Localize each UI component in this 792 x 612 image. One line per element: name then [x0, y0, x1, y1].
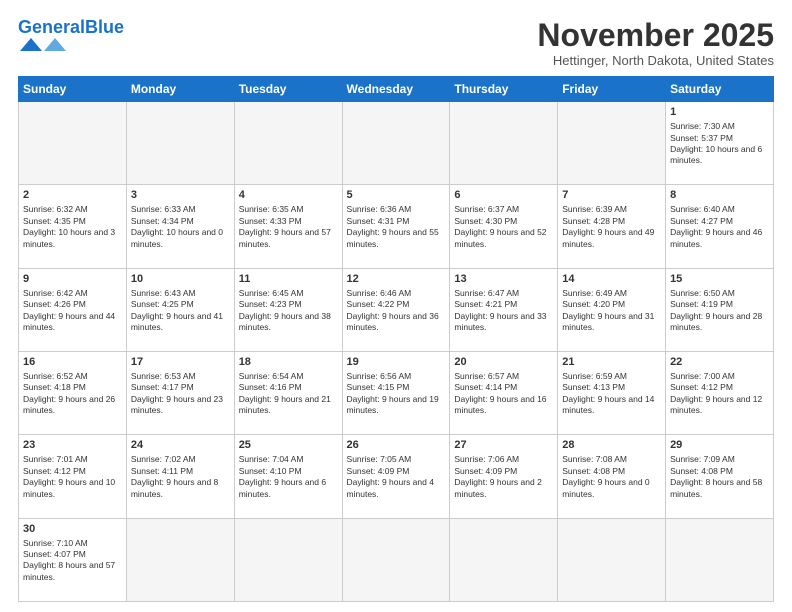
- day-number: 20: [454, 355, 553, 370]
- logo-triangle-left: [20, 38, 42, 51]
- calendar-cell: 5Sunrise: 6:36 AMSunset: 4:31 PMDaylight…: [342, 185, 450, 268]
- header: GeneralBlue November 2025 Hettinger, Nor…: [18, 18, 774, 68]
- col-friday: Friday: [558, 77, 666, 102]
- col-wednesday: Wednesday: [342, 77, 450, 102]
- calendar-cell: 25Sunrise: 7:04 AMSunset: 4:10 PMDayligh…: [234, 435, 342, 518]
- day-number: 24: [131, 438, 230, 453]
- calendar-cell: 30Sunrise: 7:10 AMSunset: 4:07 PMDayligh…: [19, 518, 127, 601]
- calendar-cell: 15Sunrise: 6:50 AMSunset: 4:19 PMDayligh…: [666, 268, 774, 351]
- day-number: 14: [562, 272, 661, 287]
- calendar-cell: [450, 518, 558, 601]
- calendar-week-row: 1Sunrise: 7:30 AMSunset: 5:37 PMDaylight…: [19, 102, 774, 185]
- calendar-cell: [234, 102, 342, 185]
- calendar-week-row: 9Sunrise: 6:42 AMSunset: 4:26 PMDaylight…: [19, 268, 774, 351]
- calendar-cell: [342, 518, 450, 601]
- calendar-cell: [558, 102, 666, 185]
- calendar-cell: 13Sunrise: 6:47 AMSunset: 4:21 PMDayligh…: [450, 268, 558, 351]
- calendar-cell: [234, 518, 342, 601]
- day-number: 7: [562, 188, 661, 203]
- calendar-cell: [126, 102, 234, 185]
- day-number: 10: [131, 272, 230, 287]
- day-number: 30: [23, 522, 122, 537]
- logo-blue: Blue: [85, 17, 124, 37]
- calendar-cell: 28Sunrise: 7:08 AMSunset: 4:08 PMDayligh…: [558, 435, 666, 518]
- calendar-cell: 14Sunrise: 6:49 AMSunset: 4:20 PMDayligh…: [558, 268, 666, 351]
- col-monday: Monday: [126, 77, 234, 102]
- day-number: 1: [670, 105, 769, 120]
- calendar-cell: 10Sunrise: 6:43 AMSunset: 4:25 PMDayligh…: [126, 268, 234, 351]
- calendar-cell: 26Sunrise: 7:05 AMSunset: 4:09 PMDayligh…: [342, 435, 450, 518]
- calendar-cell: 22Sunrise: 7:00 AMSunset: 4:12 PMDayligh…: [666, 352, 774, 435]
- col-saturday: Saturday: [666, 77, 774, 102]
- day-number: 12: [347, 272, 446, 287]
- day-number: 3: [131, 188, 230, 203]
- day-number: 9: [23, 272, 122, 287]
- day-number: 11: [239, 272, 338, 287]
- calendar-cell: [450, 102, 558, 185]
- calendar-cell: 24Sunrise: 7:02 AMSunset: 4:11 PMDayligh…: [126, 435, 234, 518]
- calendar-cell: [666, 518, 774, 601]
- title-block: November 2025 Hettinger, North Dakota, U…: [537, 18, 774, 68]
- calendar-cell: 1Sunrise: 7:30 AMSunset: 5:37 PMDaylight…: [666, 102, 774, 185]
- logo-text: GeneralBlue: [18, 18, 124, 36]
- calendar-cell: 8Sunrise: 6:40 AMSunset: 4:27 PMDaylight…: [666, 185, 774, 268]
- calendar-cell: 4Sunrise: 6:35 AMSunset: 4:33 PMDaylight…: [234, 185, 342, 268]
- day-number: 19: [347, 355, 446, 370]
- calendar-cell: [126, 518, 234, 601]
- calendar-week-row: 2Sunrise: 6:32 AMSunset: 4:35 PMDaylight…: [19, 185, 774, 268]
- day-number: 2: [23, 188, 122, 203]
- calendar-cell: 20Sunrise: 6:57 AMSunset: 4:14 PMDayligh…: [450, 352, 558, 435]
- calendar-cell: 21Sunrise: 6:59 AMSunset: 4:13 PMDayligh…: [558, 352, 666, 435]
- calendar-week-row: 16Sunrise: 6:52 AMSunset: 4:18 PMDayligh…: [19, 352, 774, 435]
- day-number: 21: [562, 355, 661, 370]
- day-number: 26: [347, 438, 446, 453]
- calendar-cell: 18Sunrise: 6:54 AMSunset: 4:16 PMDayligh…: [234, 352, 342, 435]
- calendar-cell: 11Sunrise: 6:45 AMSunset: 4:23 PMDayligh…: [234, 268, 342, 351]
- calendar-cell: 9Sunrise: 6:42 AMSunset: 4:26 PMDaylight…: [19, 268, 127, 351]
- day-number: 28: [562, 438, 661, 453]
- calendar-cell: 29Sunrise: 7:09 AMSunset: 4:08 PMDayligh…: [666, 435, 774, 518]
- logo-general: General: [18, 17, 85, 37]
- subtitle: Hettinger, North Dakota, United States: [537, 53, 774, 68]
- page: GeneralBlue November 2025 Hettinger, Nor…: [0, 0, 792, 612]
- day-number: 17: [131, 355, 230, 370]
- calendar-cell: 17Sunrise: 6:53 AMSunset: 4:17 PMDayligh…: [126, 352, 234, 435]
- day-number: 22: [670, 355, 769, 370]
- calendar-cell: [558, 518, 666, 601]
- calendar-cell: 3Sunrise: 6:33 AMSunset: 4:34 PMDaylight…: [126, 185, 234, 268]
- calendar-cell: [342, 102, 450, 185]
- calendar-cell: 7Sunrise: 6:39 AMSunset: 4:28 PMDaylight…: [558, 185, 666, 268]
- day-number: 8: [670, 188, 769, 203]
- day-number: 4: [239, 188, 338, 203]
- day-number: 6: [454, 188, 553, 203]
- calendar: Sunday Monday Tuesday Wednesday Thursday…: [18, 76, 774, 602]
- calendar-cell: 23Sunrise: 7:01 AMSunset: 4:12 PMDayligh…: [19, 435, 127, 518]
- col-sunday: Sunday: [19, 77, 127, 102]
- calendar-cell: 12Sunrise: 6:46 AMSunset: 4:22 PMDayligh…: [342, 268, 450, 351]
- day-number: 13: [454, 272, 553, 287]
- calendar-cell: 16Sunrise: 6:52 AMSunset: 4:18 PMDayligh…: [19, 352, 127, 435]
- month-title: November 2025: [537, 18, 774, 53]
- calendar-cell: 6Sunrise: 6:37 AMSunset: 4:30 PMDaylight…: [450, 185, 558, 268]
- calendar-week-row: 23Sunrise: 7:01 AMSunset: 4:12 PMDayligh…: [19, 435, 774, 518]
- day-number: 27: [454, 438, 553, 453]
- calendar-cell: 27Sunrise: 7:06 AMSunset: 4:09 PMDayligh…: [450, 435, 558, 518]
- day-number: 5: [347, 188, 446, 203]
- col-thursday: Thursday: [450, 77, 558, 102]
- col-tuesday: Tuesday: [234, 77, 342, 102]
- day-number: 15: [670, 272, 769, 287]
- day-number: 25: [239, 438, 338, 453]
- day-number: 29: [670, 438, 769, 453]
- day-number: 16: [23, 355, 122, 370]
- logo-triangle-right: [44, 38, 66, 51]
- logo: GeneralBlue: [18, 18, 124, 51]
- calendar-week-row: 30Sunrise: 7:10 AMSunset: 4:07 PMDayligh…: [19, 518, 774, 601]
- day-number: 18: [239, 355, 338, 370]
- day-number: 23: [23, 438, 122, 453]
- calendar-cell: [19, 102, 127, 185]
- calendar-cell: 2Sunrise: 6:32 AMSunset: 4:35 PMDaylight…: [19, 185, 127, 268]
- calendar-cell: 19Sunrise: 6:56 AMSunset: 4:15 PMDayligh…: [342, 352, 450, 435]
- calendar-header-row: Sunday Monday Tuesday Wednesday Thursday…: [19, 77, 774, 102]
